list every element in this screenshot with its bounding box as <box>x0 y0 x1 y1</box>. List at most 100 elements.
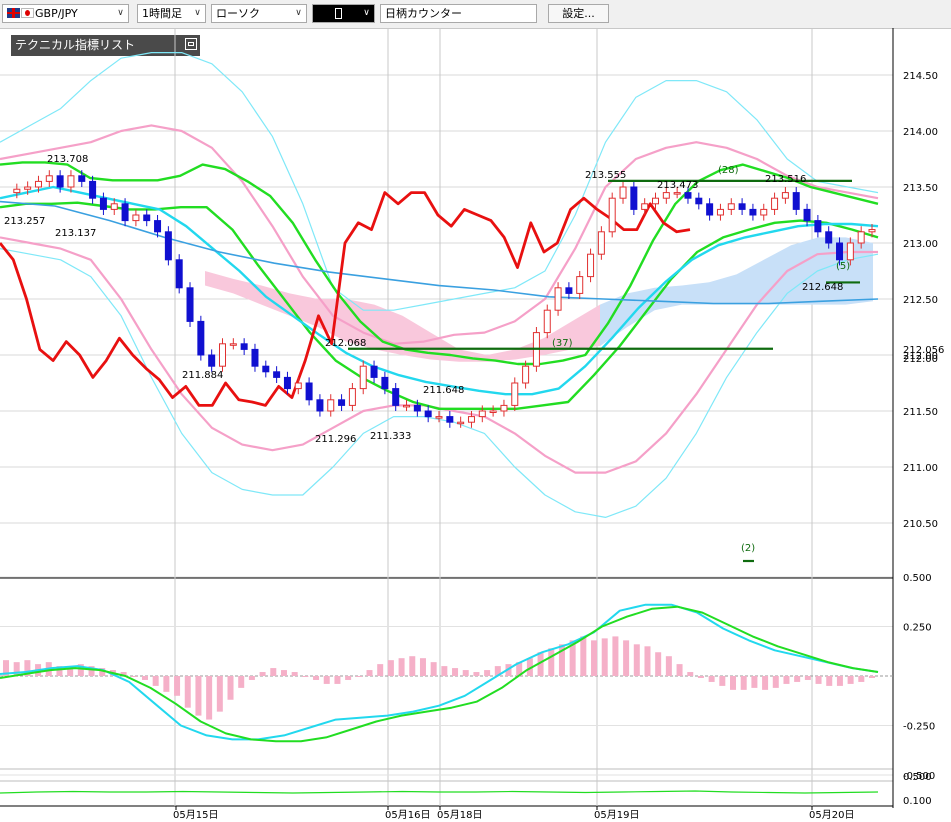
time-axis: 05月15日 05月16日 05月18日 05月19日 05月20日 <box>173 806 854 821</box>
candle-body <box>652 197 659 205</box>
candle-swatch-icon <box>335 8 342 19</box>
candle-body <box>868 229 876 233</box>
sub-tick-label: 0.100 <box>903 796 932 807</box>
price-label: 213.257 <box>4 216 45 227</box>
candle-body <box>381 376 389 390</box>
candle-body <box>208 354 216 367</box>
candle-body <box>597 231 605 255</box>
color-select[interactable]: ∨ <box>312 4 375 23</box>
sub-tick-label: 0.500 <box>903 772 932 783</box>
candle-body <box>716 208 724 216</box>
macd-histogram-bar <box>826 676 833 686</box>
candle-body <box>175 259 183 289</box>
macd-histogram-bar <box>719 676 726 686</box>
macd-histogram-bar <box>280 670 287 676</box>
candle-body <box>727 203 735 210</box>
candle-body <box>78 175 86 182</box>
macd-histogram-bar <box>847 676 854 684</box>
macd-histogram-bar <box>665 656 672 676</box>
price-tick-label: 210.50 <box>903 519 938 530</box>
macd-histogram-bar <box>751 676 758 688</box>
chart-style-select[interactable]: ローソク ∨ <box>211 4 307 23</box>
candle-body <box>34 180 42 188</box>
price-tick-label: 213.50 <box>903 183 938 194</box>
candle-body <box>240 343 248 350</box>
price-chart[interactable]: 213.708 213.257 213.137 211.884 211.296 212.0… <box>0 28 951 822</box>
candle-body <box>467 416 475 423</box>
macd-histogram-bar <box>730 676 737 690</box>
macd-histogram-bar <box>708 676 715 682</box>
macd-histogram-bar <box>409 656 416 676</box>
macd-histogram-bar <box>452 668 459 676</box>
sub-line <box>0 790 879 794</box>
macd-histogram-bar <box>740 676 747 690</box>
macd-histogram-bar <box>580 636 587 676</box>
price-label: 213.473 <box>657 180 698 191</box>
macd-histogram-bar <box>163 676 170 692</box>
candle-body <box>186 287 194 322</box>
macd-histogram-bar <box>323 676 330 684</box>
macd-histogram-bar <box>836 676 843 686</box>
time-tick-label: 05月16日 <box>385 809 430 821</box>
macd-histogram-bar <box>313 676 320 680</box>
timeframe-select[interactable]: 1時間足 ∨ <box>137 4 206 23</box>
candle-body <box>435 416 443 419</box>
time-tick-label: 05月15日 <box>173 809 218 821</box>
symbol-value: GBP/JPY <box>35 7 78 20</box>
macd-histogram-bar <box>13 662 20 676</box>
macd-tick-label: 0.250 <box>903 623 932 634</box>
candle-body <box>305 382 313 401</box>
macd-histogram-bar <box>419 658 426 676</box>
macd-histogram-bar <box>676 664 683 676</box>
price-label: 213.137 <box>55 228 96 239</box>
candle-body <box>489 410 497 413</box>
macd-histogram-bar <box>355 676 362 677</box>
counter-label: (37) <box>552 338 573 349</box>
macd-histogram-bar <box>387 660 394 676</box>
price-label: 211.884 <box>182 370 223 381</box>
macd-histogram-bar <box>430 662 437 676</box>
candle-body <box>424 410 432 418</box>
candle-body <box>771 197 779 210</box>
counter-label: (5) <box>836 261 850 272</box>
candle-body <box>511 382 519 406</box>
candle-body <box>251 348 259 367</box>
macd-histogram-bar <box>772 676 779 688</box>
time-tick-label: 05月19日 <box>594 809 639 821</box>
price-tick-label: 211.00 <box>903 463 938 474</box>
macd-histogram-bar <box>601 638 608 676</box>
candle-body <box>554 287 562 311</box>
candle-body <box>219 343 226 367</box>
candle-body <box>316 399 324 412</box>
candle-body <box>348 388 356 406</box>
candle-body <box>673 192 681 195</box>
price-axis: 214.50 214.00 213.50 213.00 212.50 212.00 211.… <box>892 28 938 808</box>
bb-inner-upper <box>0 124 879 345</box>
macd-histogram-bar <box>195 676 202 716</box>
chevron-down-icon: ∨ <box>295 8 302 18</box>
macd-histogram-bar <box>762 676 769 690</box>
sub-panel: 0.500 0.100 <box>0 772 932 807</box>
candle-body <box>576 276 584 294</box>
price-tick-label: 211.50 <box>903 407 938 418</box>
macd-histogram-bar <box>238 676 245 688</box>
price-label: 213.708 <box>47 154 88 165</box>
symbol-select[interactable]: GBP/JPY ∨ <box>2 4 129 23</box>
candle-body <box>781 192 789 199</box>
candle-body <box>608 197 616 233</box>
counter-select[interactable]: 日柄カウンター <box>380 4 537 23</box>
macd-histogram-bar <box>473 672 480 676</box>
macd-histogram-bar <box>227 676 234 700</box>
macd-histogram-bar <box>804 676 811 680</box>
price-tick-label: 212.50 <box>903 295 938 306</box>
price-label: 212.648 <box>802 282 843 293</box>
candle-body <box>695 197 703 205</box>
candle-body <box>446 416 454 423</box>
price-tick-label: 214.50 <box>903 71 938 82</box>
candle-body <box>262 365 270 373</box>
macd-histogram-bar <box>633 644 640 676</box>
candle-body <box>846 242 854 261</box>
macd-histogram-bar <box>377 664 384 676</box>
macd-histogram-bar <box>131 676 138 677</box>
settings-button[interactable]: 設定... <box>548 4 609 23</box>
